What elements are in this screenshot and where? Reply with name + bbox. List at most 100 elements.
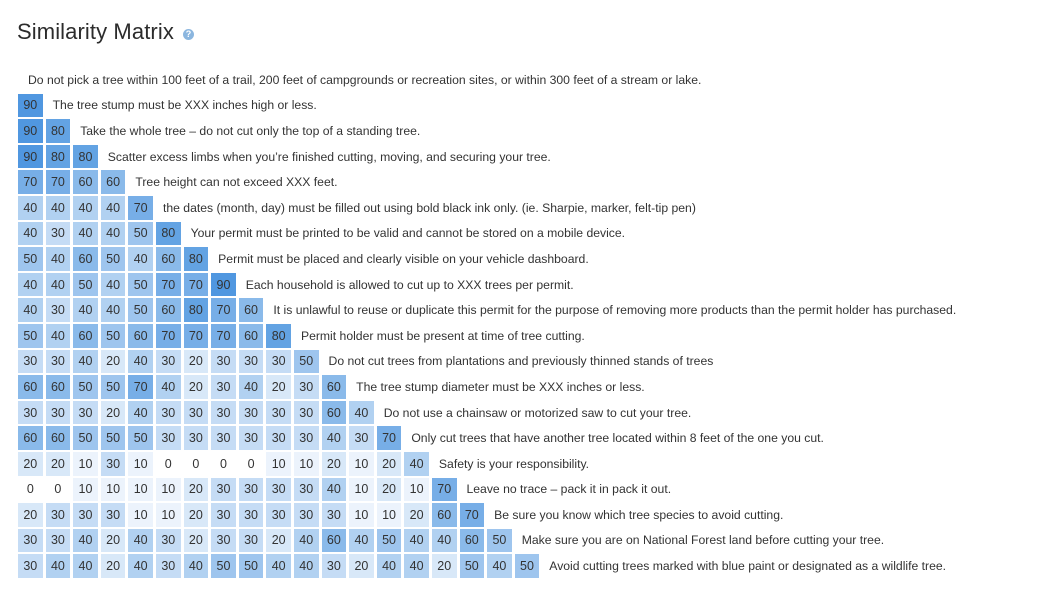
matrix-cell[interactable]: 90 [18,144,43,169]
matrix-cell[interactable]: 30 [266,426,291,450]
row-label[interactable]: It is unlawful to reuse or duplicate thi… [273,303,956,317]
matrix-cell[interactable]: 40 [238,375,264,399]
matrix-cell[interactable]: 70 [128,375,153,399]
matrix-cell[interactable]: 20 [183,477,209,502]
matrix-cell[interactable]: 70 [155,272,181,297]
matrix-cell[interactable]: 40 [128,400,153,425]
matrix-cell[interactable]: 50 [487,528,512,553]
matrix-cell[interactable]: 70 [376,426,402,450]
matrix-cell[interactable]: 0 [211,451,236,476]
matrix-cell[interactable]: 20 [321,451,347,476]
matrix-cell[interactable]: 80 [155,221,181,246]
matrix-cell[interactable]: 60 [431,503,457,527]
matrix-cell[interactable]: 70 [183,272,209,297]
matrix-cell[interactable]: 10 [404,477,429,502]
matrix-cell[interactable]: 40 [73,554,98,578]
matrix-cell[interactable]: 50 [128,221,153,246]
matrix-cell[interactable]: 10 [293,451,319,476]
row-label[interactable]: Leave no trace – pack it in pack it out. [467,482,672,496]
matrix-cell[interactable]: 40 [45,272,71,297]
row-label[interactable]: Only cut trees that have another tree lo… [411,431,824,445]
matrix-cell[interactable]: 10 [73,451,98,476]
matrix-cell[interactable]: 40 [293,528,319,553]
matrix-cell[interactable]: 70 [45,170,71,194]
matrix-cell[interactable]: 30 [73,400,98,425]
matrix-cell[interactable]: 40 [349,528,374,553]
row-label[interactable]: Each household is allowed to cut up to X… [246,278,574,292]
matrix-cell[interactable]: 20 [183,503,209,527]
matrix-cell[interactable]: 20 [266,375,291,399]
matrix-cell[interactable]: 30 [293,400,319,425]
row-label[interactable]: Do not cut trees from plantations and pr… [329,354,714,368]
matrix-cell[interactable]: 50 [18,323,43,348]
row-label[interactable]: Tree height can not exceed XXX feet. [135,175,337,189]
matrix-cell[interactable]: 30 [293,375,319,399]
matrix-cell[interactable]: 30 [18,400,43,425]
matrix-cell[interactable]: 0 [155,451,181,476]
matrix-cell[interactable]: 40 [100,272,126,297]
matrix-cell[interactable]: 30 [100,451,126,476]
matrix-cell[interactable]: 30 [293,503,319,527]
matrix-cell[interactable]: 60 [321,375,347,399]
matrix-cell[interactable]: 60 [128,323,153,348]
matrix-cell[interactable]: 70 [211,323,236,348]
matrix-cell[interactable]: 50 [514,554,540,578]
matrix-cell[interactable]: 10 [73,477,98,502]
matrix-cell[interactable]: 80 [183,298,209,322]
matrix-cell[interactable]: 30 [266,477,291,502]
matrix-cell[interactable]: 30 [73,503,98,527]
row-label[interactable]: Do not pick a tree within 100 feet of a … [28,73,701,87]
matrix-cell[interactable]: 30 [183,400,209,425]
matrix-cell[interactable]: 10 [266,451,291,476]
matrix-cell[interactable]: 50 [100,323,126,348]
row-label[interactable]: Your permit must be printed to be valid … [191,226,626,240]
matrix-cell[interactable]: 50 [238,554,264,578]
matrix-cell[interactable]: 30 [100,503,126,527]
row-label[interactable]: The tree stump diameter must be XXX inch… [356,380,645,394]
matrix-cell[interactable]: 40 [128,528,153,553]
matrix-cell[interactable]: 40 [73,349,98,374]
matrix-cell[interactable]: 10 [349,477,374,502]
row-label[interactable]: the dates (month, day) must be filled ou… [163,201,696,215]
matrix-cell[interactable]: 0 [45,477,71,502]
matrix-cell[interactable]: 30 [18,554,43,578]
row-label[interactable]: Avoid cutting trees marked with blue pai… [549,559,946,573]
matrix-cell[interactable]: 20 [100,349,126,374]
matrix-cell[interactable]: 40 [155,375,181,399]
matrix-cell[interactable]: 40 [321,426,347,450]
matrix-cell[interactable]: 40 [404,451,429,476]
matrix-cell[interactable]: 30 [211,503,236,527]
matrix-cell[interactable]: 30 [266,400,291,425]
matrix-cell[interactable]: 40 [293,554,319,578]
matrix-cell[interactable]: 40 [45,554,71,578]
matrix-cell[interactable]: 60 [18,426,43,450]
matrix-cell[interactable]: 40 [183,554,209,578]
matrix-cell[interactable]: 90 [18,93,43,118]
matrix-cell[interactable]: 40 [18,298,43,322]
matrix-cell[interactable]: 30 [155,554,181,578]
matrix-cell[interactable]: 80 [266,323,291,348]
matrix-cell[interactable]: 70 [18,170,43,194]
matrix-cell[interactable]: 30 [45,349,71,374]
matrix-cell[interactable]: 40 [18,195,43,220]
matrix-cell[interactable]: 30 [293,426,319,450]
matrix-cell[interactable]: 0 [238,451,264,476]
matrix-cell[interactable]: 10 [155,477,181,502]
matrix-cell[interactable]: 40 [18,272,43,297]
row-label[interactable]: Permit holder must be present at time of… [301,329,585,343]
matrix-cell[interactable]: 70 [431,477,457,502]
matrix-cell[interactable]: 30 [155,349,181,374]
matrix-cell[interactable]: 20 [100,528,126,553]
row-label[interactable]: Do not use a chainsaw or motorized saw t… [384,406,692,420]
matrix-cell[interactable]: 10 [349,503,374,527]
matrix-cell[interactable]: 50 [376,528,402,553]
row-label[interactable]: Make sure you are on National Forest lan… [522,533,884,547]
matrix-cell[interactable]: 30 [211,528,236,553]
matrix-cell[interactable]: 70 [128,195,153,220]
matrix-cell[interactable]: 60 [321,400,347,425]
matrix-cell[interactable]: 30 [238,477,264,502]
matrix-cell[interactable]: 50 [459,554,485,578]
row-label[interactable]: Scatter excess limbs when you’re finishe… [108,150,551,164]
matrix-cell[interactable]: 20 [404,503,429,527]
matrix-cell[interactable]: 60 [238,323,264,348]
